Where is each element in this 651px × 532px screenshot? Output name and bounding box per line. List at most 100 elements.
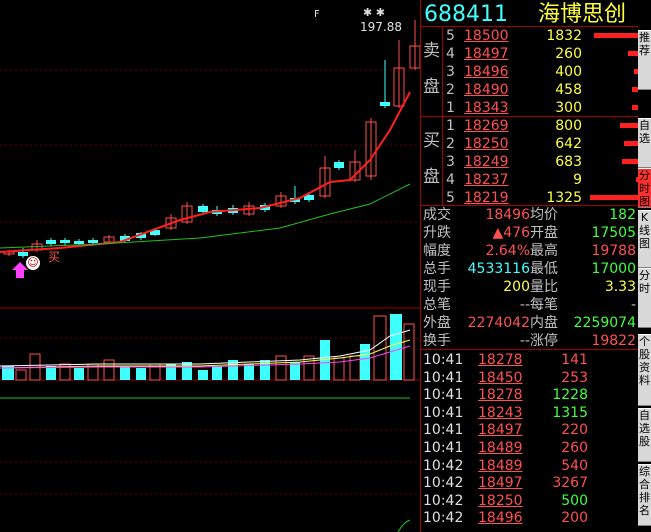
buy-level: 5 [446,190,455,206]
volume-bar [198,370,208,380]
tick-time: 10:41 [423,422,464,439]
sell-price: 18497 [464,46,509,62]
side-tabs: 推荐自选 分时图 K线图分时个股资料自选股综合排名 [638,0,651,532]
tick-volume: 220 [561,422,588,439]
quote-label: 均价 [530,207,558,223]
volume-bar [275,355,287,381]
tick-volume: 3267 [552,475,588,492]
volume-bar [136,368,146,380]
tick-volume: 540 [561,457,588,474]
quote-label: 内盘 [530,315,558,331]
buy-price: 18237 [464,172,509,188]
sell-level: 1 [446,100,455,116]
volume-bar [46,366,56,380]
side-tab-label: 个股资料 [639,335,650,387]
tick-time: 10:41 [423,352,464,368]
quote-label: 外盘 [423,315,451,331]
tick-time: 10:41 [423,387,464,404]
buy-volume: 1325 [546,190,582,206]
buy-price: 18249 [464,154,509,170]
quote-value: 19822 [591,333,636,349]
quote-label: 最高 [530,243,558,259]
kline-chart[interactable]: 197.88 ✱ ✱ F 买 ☺ [0,0,420,532]
sell-volume: 1832 [546,28,582,44]
side-tab[interactable]: K线图 [638,210,651,268]
quote-value: ▲476 [492,225,531,241]
buy-price: 18250 [464,136,509,152]
tick-volume: 1228 [552,387,588,404]
buy-price: 18219 [464,190,509,206]
quote-label: 换手 [423,333,451,349]
side-tab[interactable]: 自选 [638,118,651,168]
buy-volume: 9 [573,172,582,188]
tick-price: 18497 [478,475,523,492]
sell-volume: 300 [555,100,582,116]
sell-depth-bar [628,51,638,56]
tick-price: 18450 [478,369,523,386]
tick-price: 18278 [478,387,523,404]
quote-label: 升跌 [423,225,451,241]
tick-price: 18243 [478,404,523,421]
side-tab[interactable]: 自选股 [638,408,651,462]
volume-bar [360,344,370,380]
smile-icon: ☺ [26,256,40,270]
tick-volume: 200 [561,510,588,527]
tick-price: 18496 [478,510,523,527]
quote-value: 2.64% [485,243,530,259]
quote-label: 总笔 [423,297,451,313]
panel-border [420,0,421,532]
volume-bar [403,323,415,381]
side-tab-label: 自选股 [639,409,650,448]
kline-svg [0,20,420,532]
tick-time: 10:42 [423,457,464,474]
candle-body [334,162,344,168]
buy-level: 4 [446,172,455,188]
volume-bar [15,369,27,381]
stock-name: 海博思创 [538,2,627,27]
quote-label: 现手 [423,279,451,295]
volume-bar [182,362,192,380]
side-tab-label: 推荐 [639,31,650,57]
marker-f: F [314,9,320,20]
buy-level: 2 [446,136,455,152]
quote-label: 幅度 [423,243,451,259]
sell-label-2: 盘 [423,77,440,97]
tick-time: 10:41 [423,440,464,456]
buy-depth-bar [622,159,638,164]
tick-time: 10:42 [423,510,464,527]
up-arrow-stem [16,270,24,278]
quote-value: - [630,297,636,313]
volume-bar [390,314,402,380]
quote-value: 2274042 [467,315,530,331]
side-tab[interactable]: 个股资料 [638,334,651,406]
quote-value: 19788 [591,243,636,259]
candle-body [46,240,56,244]
side-tab[interactable]: 分时图 [638,168,651,208]
sell-volume: 260 [555,46,582,62]
buy-level: 1 [446,118,455,134]
quote-label: 量比 [530,279,558,295]
side-tab[interactable]: 分时 [638,268,651,328]
sell-price: 18343 [464,100,509,116]
sell-price: 18500 [464,28,509,44]
sell-level: 3 [446,64,455,80]
candle-body [198,206,208,212]
buy-label-2: 盘 [423,167,440,187]
quote-value: 17000 [591,261,636,277]
sell-level: 4 [446,46,455,62]
side-tab[interactable]: 综合排名 [638,464,651,526]
up-arrow-icon [12,262,28,270]
quote-label: 每笔 [530,297,558,313]
volume-bar [74,368,84,380]
buy-volume: 683 [555,154,582,170]
volume-bar [212,366,222,380]
sell-price: 18496 [464,64,509,80]
side-tab[interactable]: 推荐 [638,30,651,90]
buy-depth-bar [624,141,638,146]
side-tab-label: K线图 [639,211,650,250]
quote-value: 18496 [485,207,530,223]
quote-label: 开盘 [530,225,558,241]
quote-panel: 688411 海博思创 卖 盘 买 盘 5 18500 1832 4 18497 260 3… [420,0,638,532]
volume-bar [103,359,115,381]
quote-label: 总手 [423,261,451,277]
